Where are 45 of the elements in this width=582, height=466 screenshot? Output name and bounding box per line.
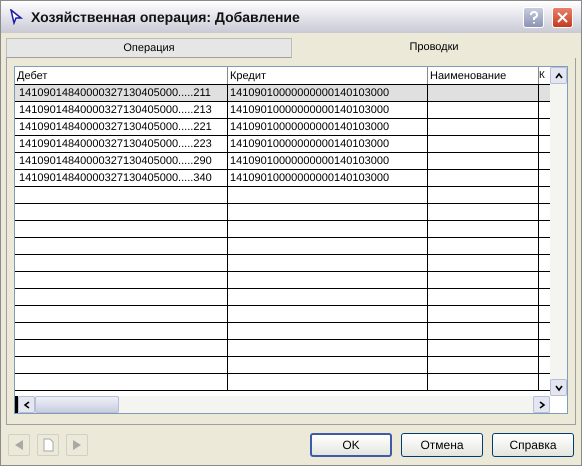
table-row[interactable]: 14109014840000327130405000.....213 14109010000000000140103000	[15, 102, 550, 119]
table-cell: 14109010000000000140103000	[228, 170, 428, 186]
dialog-button[interactable]: Справка	[492, 433, 574, 457]
close-button[interactable]	[552, 6, 573, 28]
document-icon	[42, 438, 54, 452]
horizontal-scrollbar[interactable]	[15, 396, 550, 413]
table-cell: 14109014840000327130405000.....221	[15, 119, 228, 135]
vertical-scrollbar[interactable]	[550, 67, 567, 396]
scroll-up-button[interactable]	[550, 67, 567, 84]
table-cell: 14109014840000327130405000.....223	[15, 136, 228, 152]
table-cell: 14109014840000327130405000.....211	[15, 85, 228, 101]
table-row[interactable]: 14109014840000327130405000.....223 14109010000000000140103000	[15, 136, 550, 153]
table-cell: 14109010000000000140103000	[228, 136, 428, 152]
right-triangle-icon	[72, 439, 82, 451]
left-triangle-icon	[14, 439, 24, 451]
table-row[interactable]: 14109014840000327130405000.....221 14109010000000000140103000	[15, 119, 550, 136]
close-icon	[557, 12, 568, 22]
dialog-button[interactable]: OK	[310, 433, 392, 457]
table-row[interactable]: 14109014840000327130405000.....340 14109010000000000140103000	[15, 170, 550, 187]
page-button[interactable]	[37, 434, 59, 456]
table-cell: 14109014840000327130405000.....213	[15, 102, 228, 118]
table-cell: 14109010000000000140103000	[228, 153, 428, 169]
scroll-right-button[interactable]	[533, 396, 550, 413]
column-header[interactable]: Наименование	[428, 67, 539, 84]
cursor-icon	[9, 9, 23, 25]
table-cell: 14109010000000000140103000	[228, 119, 428, 135]
help-button[interactable]	[523, 6, 544, 28]
column-header[interactable]: Дебет	[15, 67, 228, 84]
table-row[interactable]: 14109014840000327130405000.....290 14109010000000000140103000	[15, 153, 550, 170]
table-cell: 14109010000000000140103000	[228, 102, 428, 118]
question-icon	[528, 10, 538, 24]
previous-button[interactable]	[8, 434, 30, 456]
dialog-button[interactable]: Отмена	[401, 433, 483, 457]
table-cell: 14109014840000327130405000.....290	[15, 153, 228, 169]
column-header[interactable]: Кредит	[228, 67, 428, 84]
table-row[interactable]: 14109014840000327130405000.....211 14109010000000000140103000	[15, 85, 550, 102]
window-title: Хозяйственная операция: Добавление	[31, 8, 301, 27]
scroll-left-button[interactable]	[18, 396, 35, 413]
table-cell: 14109010000000000140103000	[228, 85, 428, 101]
next-button[interactable]	[66, 434, 88, 456]
table-cell: 14109014840000327130405000.....340	[15, 170, 228, 186]
scroll-down-button[interactable]	[550, 379, 567, 396]
scroll-thumb[interactable]	[35, 396, 119, 413]
tab[interactable]: Операция	[6, 38, 292, 58]
column-header[interactable]: К	[539, 67, 549, 84]
